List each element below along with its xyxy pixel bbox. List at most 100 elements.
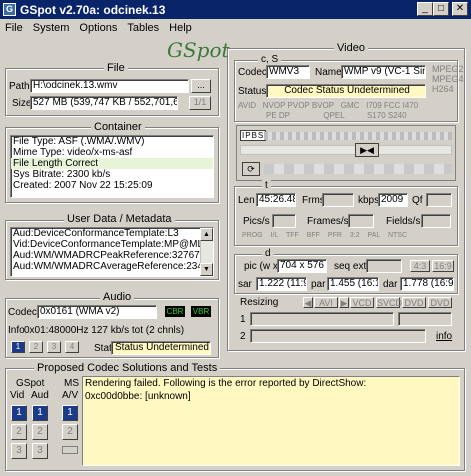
gspot-label: GSpot bbox=[16, 378, 45, 389]
resize-row2-field bbox=[250, 329, 426, 343]
pic-field: 704 x 576 bbox=[277, 259, 327, 273]
resize-vcd-button[interactable]: VCD bbox=[350, 297, 374, 308]
path-field[interactable]: H:\odcinek.13.wmv bbox=[30, 79, 189, 93]
audio-stream-1[interactable]: 1 bbox=[11, 341, 25, 353]
resize-prev-button[interactable]: ◀ bbox=[303, 297, 313, 308]
userdata-group-title: User Data / Metadata bbox=[64, 213, 175, 225]
audio-codec-field: 0x0161 (WMA v2) bbox=[37, 305, 157, 319]
len-field: 45:26.48 bbox=[256, 193, 296, 207]
frames-label: Frames/s bbox=[307, 216, 349, 227]
error-line: 0xc00d0bbe: [unknown] bbox=[85, 391, 191, 402]
flag-pfr: PFR bbox=[327, 232, 342, 239]
dar-label: dar bbox=[383, 279, 398, 290]
position-track[interactable] bbox=[240, 145, 452, 155]
resizing-label: Resizing bbox=[240, 297, 279, 308]
resize-dvd-button[interactable]: DVD bbox=[402, 297, 426, 308]
audio-group-title: Audio bbox=[100, 291, 135, 303]
scroll-up-icon[interactable]: ▲ bbox=[200, 228, 213, 241]
audio-stream-4[interactable]: 4 bbox=[65, 341, 79, 353]
scan-flags-row: PROG I/L TFF BFF PFR 3:2 PAL NTSC bbox=[242, 232, 456, 239]
ipbs-indicator: IPBS bbox=[240, 130, 267, 141]
position-slider-icon[interactable]: ▶◀ bbox=[355, 143, 379, 157]
video-flags-row1: AVID NVOP PVOP BVOP GMC I709 FCC I470 bbox=[238, 101, 456, 110]
vid-solution-1[interactable]: 1 bbox=[11, 405, 27, 421]
flag-dp: DP bbox=[278, 111, 291, 120]
len-label: Len bbox=[238, 195, 255, 206]
vid-solution-2[interactable]: 2 bbox=[11, 424, 27, 440]
resize-next-button[interactable]: ▶ bbox=[339, 297, 349, 308]
metadata-line: Vid:DeviceConformanceTemplate:MP@ML bbox=[13, 239, 204, 250]
aspect-16-9-button[interactable]: 16:9 bbox=[432, 260, 454, 272]
menu-system[interactable]: System bbox=[28, 22, 75, 34]
play-icon[interactable]: ⟳ bbox=[242, 162, 260, 176]
aspect-4-3-button[interactable]: 4:3 bbox=[410, 260, 430, 272]
audio-stream-2[interactable]: 2 bbox=[29, 341, 43, 353]
t-label: t bbox=[262, 180, 271, 191]
video-group-title: Video bbox=[334, 42, 368, 54]
part-button[interactable]: 1/1 bbox=[189, 96, 211, 110]
av-solution-1[interactable]: 1 bbox=[62, 405, 78, 421]
flag-s170: S170 bbox=[366, 111, 386, 120]
aud-solution-2[interactable]: 2 bbox=[32, 424, 48, 440]
flag-avid: AVID bbox=[238, 101, 257, 110]
vid-solution-3[interactable]: 3 bbox=[11, 443, 27, 459]
video-codec-label: Codec bbox=[238, 67, 267, 78]
flag-pe: PE bbox=[266, 111, 277, 120]
audio-stat-label: Stat bbox=[94, 343, 112, 354]
seq-field bbox=[366, 259, 402, 273]
menu-tables[interactable]: Tables bbox=[122, 22, 164, 34]
userdata-list[interactable]: Aud:DeviceConformanceTemplate:L3 Vid:Dev… bbox=[10, 227, 214, 277]
dar-field: 1.778 (16:9) bbox=[400, 277, 454, 291]
video-status-label: Status bbox=[238, 86, 267, 97]
menu-file[interactable]: File bbox=[0, 22, 28, 34]
thumbnail-strip bbox=[264, 164, 452, 174]
flag-pvop: PVOP bbox=[287, 101, 310, 110]
flag-i470: I470 bbox=[402, 101, 419, 110]
container-group-title: Container bbox=[91, 121, 145, 133]
menu-options[interactable]: Options bbox=[74, 22, 122, 34]
resize-dvd2-button[interactable]: DVD bbox=[428, 297, 452, 308]
frames-field bbox=[348, 214, 374, 228]
container-line: File Type: ASF (.WMA/.WMV) bbox=[13, 136, 145, 147]
window-title: GSpot v2.70a: odcinek.13 bbox=[20, 2, 166, 17]
audio-stream-3[interactable]: 3 bbox=[47, 341, 61, 353]
browse-button[interactable]: ... bbox=[191, 79, 211, 93]
container-line: Mime Type: video/x-ms-asf bbox=[13, 147, 133, 158]
av-extra-indicator bbox=[62, 446, 78, 454]
info-link[interactable]: info bbox=[436, 331, 452, 342]
error-message-box: Rendering failed. Following is the error… bbox=[82, 376, 460, 466]
video-codec-field: WMV3 bbox=[266, 65, 310, 79]
size-field: 527 MB (539,747 KB / 552,701,608 bbox=[30, 96, 178, 110]
resize-row2-label: 2 bbox=[240, 331, 246, 342]
file-group-title: File bbox=[104, 62, 128, 74]
seq-label: seq ext bbox=[334, 261, 367, 272]
close-button[interactable]: ✕ bbox=[452, 2, 468, 16]
menu-help[interactable]: Help bbox=[164, 22, 197, 34]
resize-avi-button[interactable]: AVI bbox=[314, 297, 338, 308]
minimize-button[interactable]: _ bbox=[417, 2, 433, 16]
container-info: File Type: ASF (.WMA/.WMV) Mime Type: vi… bbox=[10, 135, 214, 198]
error-line: Rendering failed. Following is the error… bbox=[85, 378, 367, 389]
flag-qpel: QPEL bbox=[323, 111, 345, 120]
resize-row1-label: 1 bbox=[240, 314, 246, 325]
av-solution-2[interactable]: 2 bbox=[62, 424, 78, 440]
title-bar: G GSpot v2.70a: odcinek.13 bbox=[0, 0, 471, 19]
kbps-field: 2009 bbox=[378, 193, 408, 207]
flag-gmc: GMC bbox=[340, 101, 360, 110]
vid-label: Vid bbox=[10, 390, 25, 401]
flag-32: 3:2 bbox=[349, 232, 360, 239]
flag-nvop: NVOP bbox=[262, 101, 286, 110]
scroll-down-icon[interactable]: ▼ bbox=[200, 263, 213, 276]
app-icon: G bbox=[3, 3, 16, 16]
size-label: Size bbox=[12, 98, 32, 109]
kbps-label: kbps bbox=[358, 195, 380, 206]
flag-i709: I709 bbox=[366, 101, 382, 110]
gspot-logo: GSpot bbox=[167, 38, 230, 62]
menu-bar: File System Options Tables Help bbox=[0, 19, 471, 37]
resize-svcd-button[interactable]: SVCD bbox=[376, 297, 402, 308]
container-line: Created: 2007 Nov 22 15:25:09 bbox=[13, 180, 153, 191]
maximize-button[interactable]: □ bbox=[433, 2, 449, 16]
aud-solution-3[interactable]: 3 bbox=[32, 443, 48, 459]
av-label: A/V bbox=[62, 390, 79, 401]
aud-solution-1[interactable]: 1 bbox=[32, 405, 48, 421]
